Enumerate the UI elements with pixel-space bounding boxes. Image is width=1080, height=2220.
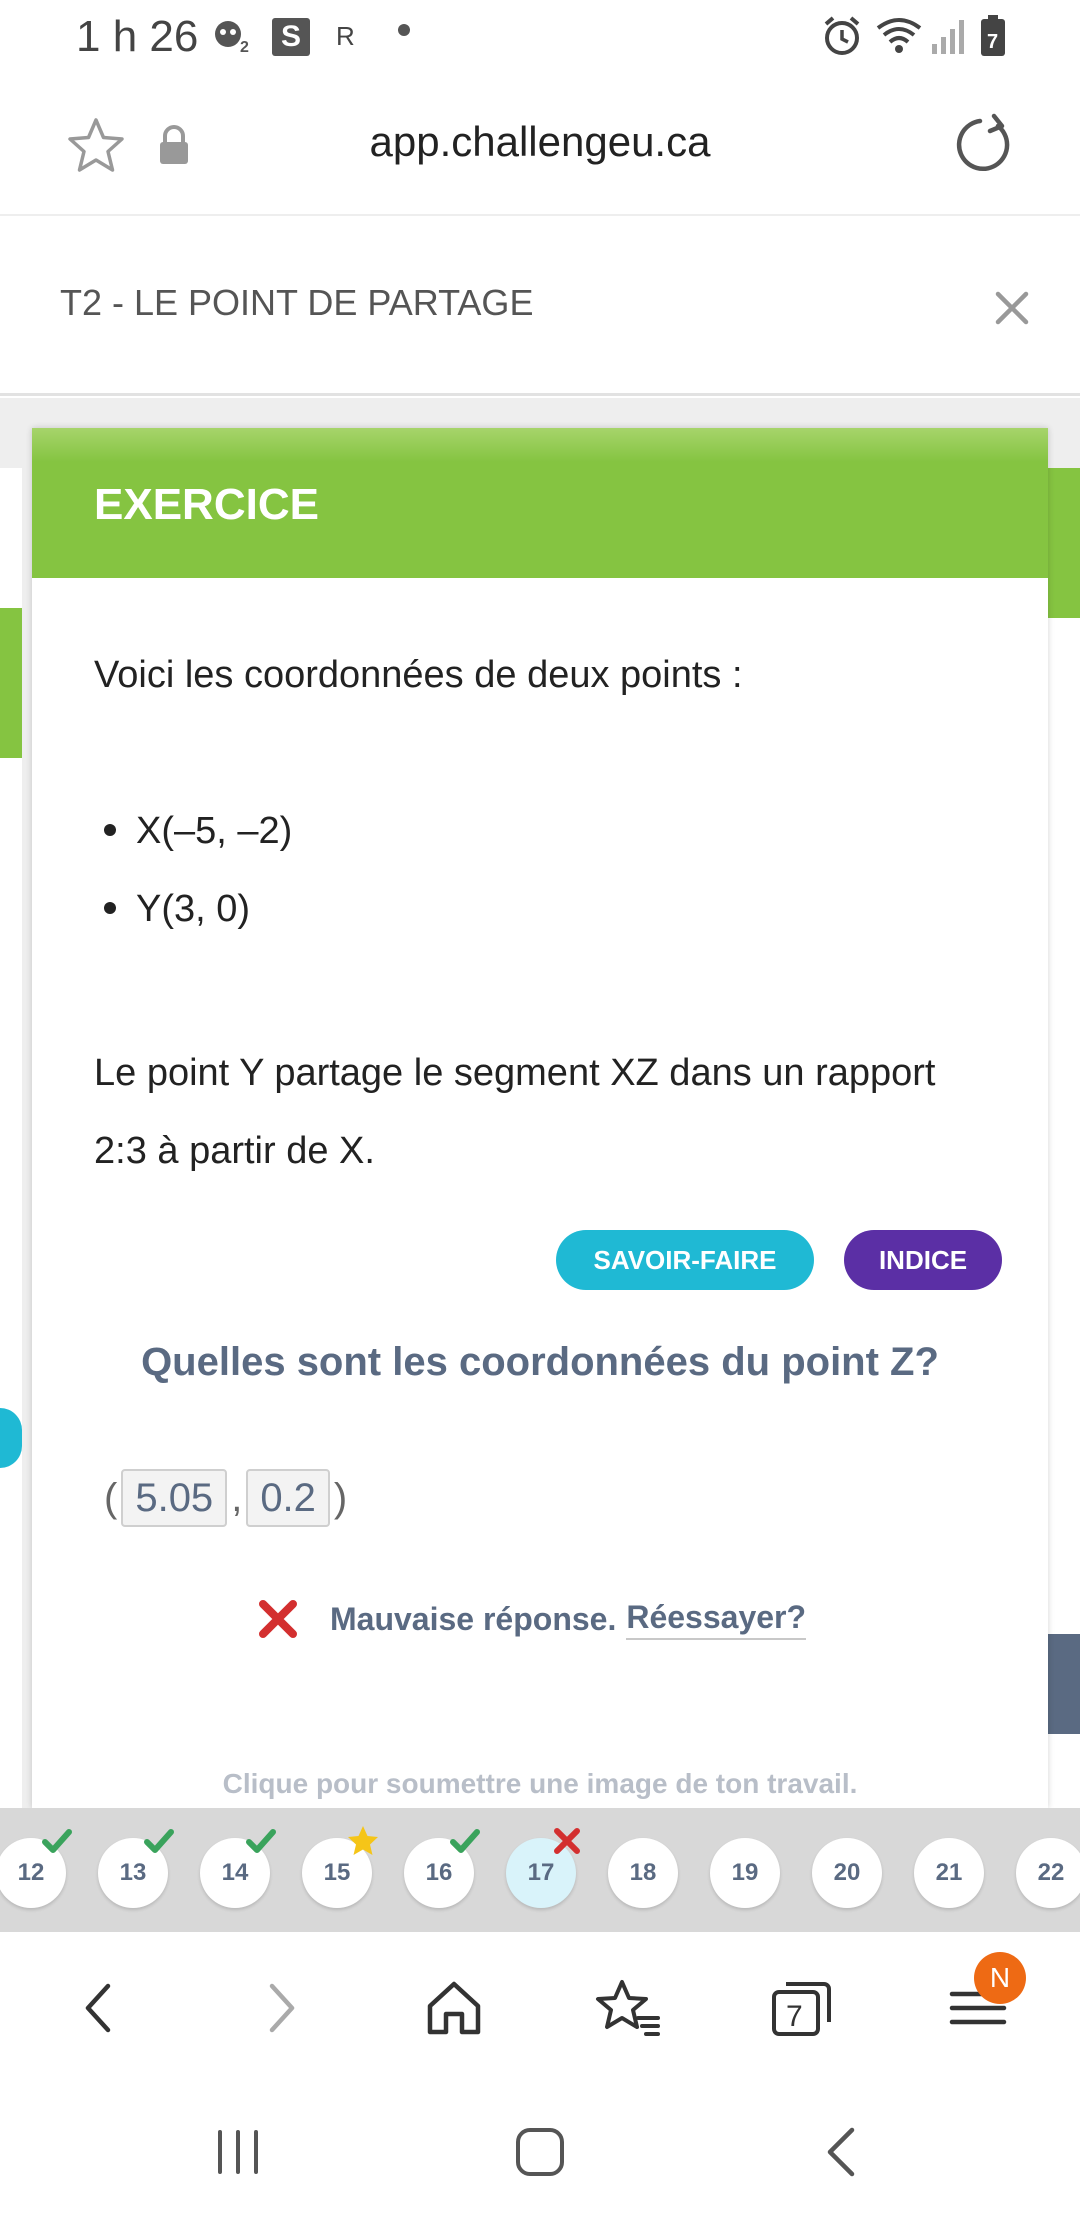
question-nav-item[interactable]: 22: [1016, 1838, 1080, 1908]
question-nav-item[interactable]: 18: [608, 1838, 678, 1908]
modal-header: T2 - LE POINT DE PARTAGE: [0, 218, 1080, 396]
alarm-icon: [824, 16, 860, 55]
bullet: [104, 902, 116, 914]
point-x: X(–5, –2): [104, 810, 293, 853]
question-text: Quelles sont les coordonnées du point Z?: [141, 1340, 939, 1384]
question-nav-item[interactable]: 21: [914, 1838, 984, 1908]
url-text[interactable]: app.challengeu.ca: [0, 118, 1080, 166]
system-home-icon[interactable]: [510, 2122, 570, 2182]
next-card-button[interactable]: [1048, 1634, 1080, 1734]
s-app-icon: S: [272, 18, 310, 56]
game-icon: 2: [215, 21, 249, 54]
exercise-intro: Voici les coordonnées de deux points :: [94, 654, 743, 696]
next-card[interactable]: [1048, 468, 1080, 1808]
forward-icon[interactable]: [244, 1972, 316, 2044]
question-nav-item[interactable]: 19: [710, 1838, 780, 1908]
retry-link[interactable]: Réessayer?: [626, 1599, 807, 1640]
comma: ,: [231, 1475, 243, 1520]
r-app-icon: R: [336, 20, 355, 51]
svg-text:7: 7: [786, 2000, 803, 2033]
indice-button[interactable]: INDICE: [844, 1230, 1002, 1290]
check-icon: [246, 1829, 276, 1853]
next-card-header: [1048, 468, 1080, 618]
close-icon[interactable]: [990, 286, 1034, 330]
home-icon[interactable]: [418, 1972, 490, 2044]
reload-icon[interactable]: [950, 112, 1016, 178]
status-time: 1 h 26: [76, 12, 199, 61]
system-back-icon[interactable]: [812, 2122, 872, 2182]
point-x-label: X(–5, –2): [136, 810, 293, 852]
exercise-title: EXERCICE: [94, 480, 319, 529]
answer-y-input[interactable]: 0.2: [246, 1469, 330, 1527]
star-icon: [348, 1826, 378, 1855]
tabs-icon[interactable]: 7: [766, 1972, 838, 2044]
system-navigation-bar: [0, 2082, 1080, 2220]
exercise-card: EXERCICE Voici les coordonnées de deux p…: [32, 428, 1048, 1808]
bullet: [104, 824, 116, 836]
notification-dot-icon: [398, 24, 410, 36]
back-icon[interactable]: [64, 1972, 136, 2044]
wrong-icon: [554, 1828, 580, 1854]
signal-icon: [932, 20, 964, 54]
modal-title: T2 - LE POINT DE PARTAGE: [60, 282, 534, 323]
wrong-icon: [259, 1600, 297, 1638]
point-y: Y(3, 0): [104, 888, 251, 931]
point-y-label: Y(3, 0): [136, 888, 251, 930]
answer-row: ( 5.05 , 0.2 ): [104, 1468, 347, 1528]
svg-text:2: 2: [240, 39, 249, 54]
prev-card-header: [0, 608, 22, 758]
exercise-header: EXERCICE: [32, 428, 1048, 578]
exercise-statement: Le point Y partage le segment XZ dans un…: [94, 1052, 936, 1172]
answer-x-input[interactable]: 5.05: [121, 1469, 228, 1527]
check-icon: [42, 1829, 72, 1853]
savoir-faire-button[interactable]: SAVOIR-FAIRE: [556, 1230, 814, 1290]
feedback: Mauvaise réponse. Réessayer?: [258, 1594, 807, 1644]
recent-apps-icon[interactable]: [208, 2122, 268, 2182]
check-icon: [144, 1829, 174, 1853]
status-bar: 1 h 26 2 S R 7: [0, 0, 1080, 72]
check-icon: [450, 1829, 480, 1853]
svg-text:7: 7: [987, 31, 998, 53]
submit-work-link[interactable]: Clique pour soumettre une image de ton t…: [32, 1768, 1048, 1800]
question-nav-item[interactable]: 20: [812, 1838, 882, 1908]
wifi-icon: [876, 18, 922, 53]
browser-url-bar: app.challengeu.ca: [0, 80, 1080, 216]
bookmarks-icon[interactable]: [592, 1972, 664, 2044]
open-paren: (: [104, 1475, 118, 1520]
browser-bottom-bar: 7: [0, 1932, 1080, 2082]
battery-charging-icon: 7: [981, 15, 1005, 56]
menu-notification-badge: N: [974, 1952, 1026, 2004]
feedback-message: Mauvaise réponse.: [330, 1600, 617, 1637]
close-paren: ): [333, 1475, 348, 1520]
